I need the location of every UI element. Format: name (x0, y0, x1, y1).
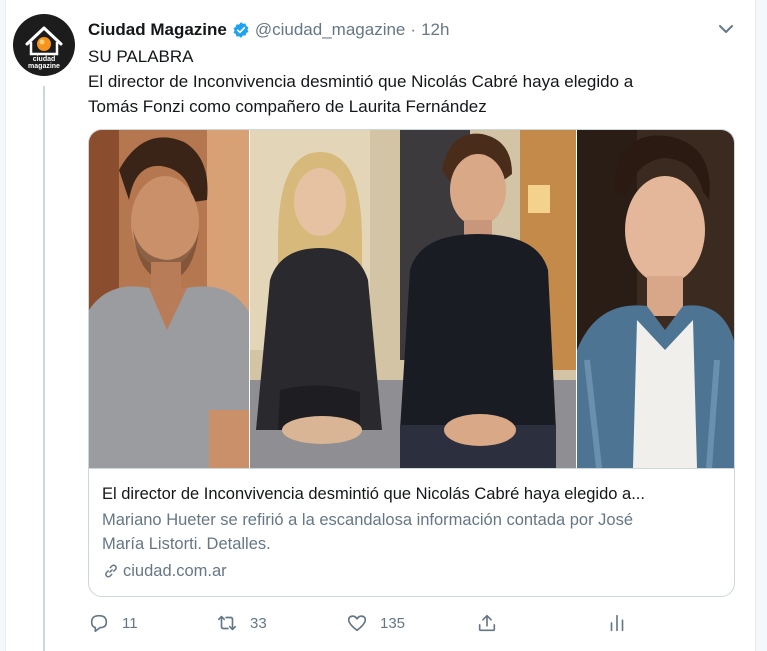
chevron-down-icon[interactable] (716, 20, 736, 38)
card-title[interactable]: El director de Inconvivencia desmintió q… (102, 483, 723, 505)
right-panel-edge (755, 0, 767, 651)
reply-button[interactable]: 11 (88, 608, 138, 638)
share-button[interactable] (476, 608, 510, 638)
tweet-timestamp[interactable]: 12h (421, 20, 449, 40)
link-preview-card[interactable]: El director de Inconvivencia desmintió q… (88, 129, 735, 597)
reply-icon (90, 614, 108, 633)
retweet-icon (217, 615, 237, 631)
card-description-line: Mariano Hueter se refirió a la escandalo… (102, 511, 634, 529)
avatar-logo-text: magazine (28, 63, 60, 70)
tweet-text: SU PALABRA El director de Inconvivencia … (88, 44, 728, 119)
card-description: Mariano Hueter se refirió a la escandalo… (102, 508, 723, 556)
tweet-header: Ciudad Magazine @ciudad_magazine · 12h (88, 18, 449, 42)
separator-dot: · (410, 20, 417, 39)
link-icon (105, 564, 117, 578)
card-body[interactable]: El director de Inconvivencia desmintió q… (89, 468, 734, 596)
retweet-button[interactable]: 33 (216, 608, 267, 638)
tweet-actions: 11 33 135 (88, 608, 648, 638)
author-name[interactable]: Ciudad Magazine (88, 20, 227, 40)
card-photo (250, 130, 576, 468)
share-icon (478, 614, 496, 632)
reply-count: 11 (122, 614, 138, 632)
card-domain[interactable]: ciudad.com.ar (102, 560, 723, 582)
avatar[interactable]: ciudad magazine (13, 14, 75, 76)
author-handle[interactable]: @ciudad_magazine (255, 20, 406, 40)
card-image[interactable] (89, 130, 734, 468)
thread-line (43, 86, 45, 651)
avatar-logo-text: ciudad (32, 56, 56, 63)
heart-icon (347, 615, 367, 632)
tweet-text-line: SU PALABRA (88, 47, 194, 66)
tweet-text-line: Tomás Fonzi como compañero de Laurita Fe… (88, 97, 487, 116)
like-count: 135 (380, 614, 406, 632)
verified-badge-icon (233, 22, 249, 38)
card-description-line: María Listorti. Detalles. (102, 535, 271, 553)
card-photo (89, 130, 249, 468)
retweet-count: 33 (250, 614, 267, 632)
analytics-button[interactable] (606, 608, 640, 638)
card-domain-text[interactable]: ciudad.com.ar (123, 560, 227, 582)
left-panel-edge (0, 0, 6, 651)
tweet-text-line: El director de Inconvivencia desmintió q… (88, 72, 634, 91)
like-button[interactable]: 135 (346, 608, 405, 638)
card-photo (577, 130, 734, 468)
analytics-icon (610, 614, 624, 632)
